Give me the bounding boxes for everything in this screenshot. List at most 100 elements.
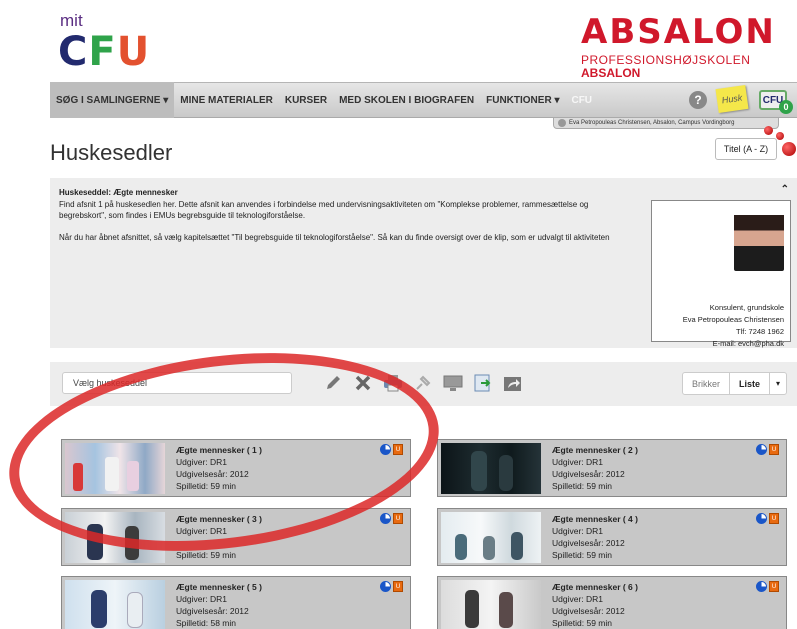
list-item[interactable]: Ægte mennesker ( 4 ) Udgiver: DR1 Udgive… <box>437 508 787 566</box>
card-year: Udgivelsesår: 2012 <box>552 469 625 479</box>
card-publisher: Udgiver: DR1 <box>552 457 604 467</box>
card-duration: Spilletid: 59 min <box>552 481 613 491</box>
card-text: Ægte mennesker ( 5 ) Udgiver: DR1 Udgive… <box>176 581 262 629</box>
card-text: Ægte mennesker ( 4 ) Udgiver: DR1 Udgive… <box>552 513 638 561</box>
contact-role: Konsulent, grundskole <box>709 303 784 312</box>
nav-kurser[interactable]: KURSER <box>279 82 333 118</box>
cart-count-badge: 0 <box>779 100 793 114</box>
clock-icon <box>380 513 391 524</box>
card-badges: U <box>380 581 403 592</box>
page: mit CFU ABSALON PROFESSIONSHØJSKOLEN ABS… <box>0 0 797 629</box>
card-text: Ægte mennesker ( 6 ) Udgiver: DR1 Udgive… <box>552 581 638 629</box>
card-title[interactable]: Ægte mennesker ( 2 ) <box>552 444 638 456</box>
cfu-logo[interactable]: mit CFU <box>58 11 151 75</box>
card-publisher: Udgiver: DR1 <box>552 594 604 604</box>
clock-icon <box>756 513 767 524</box>
nav-mine-materialer[interactable]: MINE MATERIALER <box>174 82 279 118</box>
print-icon[interactable] <box>382 373 404 393</box>
absalon-name: ABSALON <box>581 12 776 52</box>
card-text: Ægte mennesker ( 2 ) Udgiver: DR1 Udgive… <box>552 444 638 492</box>
logo-cfu: CFU <box>58 29 151 75</box>
edit-icon[interactable] <box>322 373 344 393</box>
main-nav: SØG I SAMLINGERNE ▾ MINE MATERIALER KURS… <box>50 82 797 118</box>
contact-photo <box>734 209 784 271</box>
material-badge: U <box>769 513 779 524</box>
card-title[interactable]: Ægte mennesker ( 4 ) <box>552 513 638 525</box>
absalon-sub2: ABSALON <box>581 66 641 80</box>
clock-icon <box>380 444 391 455</box>
list-item[interactable]: Ægte mennesker ( 5 ) Udgiver: DR1 Udgive… <box>61 576 411 629</box>
sort-select[interactable]: Titel (A - Z) <box>715 138 777 160</box>
view-bricks-button[interactable]: Brikker <box>683 373 730 394</box>
clock-icon <box>756 581 767 592</box>
page-title: Huskesedler <box>50 140 173 165</box>
absalon-logo[interactable]: ABSALON PROFESSIONSHØJSKOLEN ABSALON <box>581 14 791 80</box>
user-name: Eva Petropouleas Christensen, Absalon, C… <box>569 120 735 126</box>
view-list-button[interactable]: Liste <box>730 373 770 394</box>
tool-icons <box>322 373 524 393</box>
card-year <box>176 537 262 549</box>
note-body: Find afsnit 1 på huskesedlen her. Dette … <box>59 199 619 243</box>
contact-lines: Konsulent, grundskole Eva Petropouleas C… <box>683 302 784 350</box>
card-badges: U <box>380 513 403 524</box>
ornament-icon <box>764 126 773 135</box>
note-paragraph: Når du har åbnet afsnittet, så vælg kapi… <box>59 233 610 242</box>
toolbar: Vælg huskeseddel Brikker Liste ▾ <box>50 362 797 406</box>
card-badges: U <box>756 513 779 524</box>
collapse-icon[interactable]: ⌃ <box>781 184 789 195</box>
list-item[interactable]: Ægte mennesker ( 2 ) Udgiver: DR1 Udgive… <box>437 439 787 497</box>
user-bar[interactable]: Eva Petropouleas Christensen, Absalon, C… <box>553 117 779 129</box>
card-duration: Spilletid: 59 min <box>552 618 613 628</box>
screen-icon[interactable] <box>442 373 464 393</box>
export-icon[interactable] <box>472 373 494 393</box>
material-badge: U <box>393 444 403 455</box>
view-toggle: Brikker Liste ▾ <box>681 372 787 395</box>
note-header: Huskeseddel: Ægte mennesker <box>59 188 178 197</box>
card-year: Udgivelsesår: 2012 <box>552 606 625 616</box>
card-title[interactable]: Ægte mennesker ( 3 ) <box>176 513 262 525</box>
card-text: Ægte mennesker ( 3 ) Udgiver: DR1 Spille… <box>176 513 262 561</box>
card-title[interactable]: Ægte mennesker ( 6 ) <box>552 581 638 593</box>
thumbnail <box>65 580 165 629</box>
card-publisher: Udgiver: DR1 <box>176 457 228 467</box>
nav-funktioner[interactable]: FUNKTIONER ▾ <box>480 82 565 118</box>
nav-sog-i-samlingerne[interactable]: SØG I SAMLINGERNE ▾ <box>50 82 175 118</box>
clock-icon <box>756 444 767 455</box>
list-item[interactable]: Ægte mennesker ( 1 ) Udgiver: DR1 Udgive… <box>61 439 411 497</box>
logo-mit: mit <box>60 11 83 30</box>
contact-phone: Tlf: 7248 1962 <box>736 327 784 336</box>
user-icon <box>558 119 566 127</box>
contact-email[interactable]: E-mail: evch@pha.dk <box>683 338 784 350</box>
nav-med-skolen-i-biografen[interactable]: MED SKOLEN I BIOGRAFEN <box>333 82 480 118</box>
contact-name: Eva Petropouleas Christensen <box>682 315 784 324</box>
list-item[interactable]: Ægte mennesker ( 3 ) Udgiver: DR1 Spille… <box>61 508 411 566</box>
contact-card: Konsulent, grundskole Eva Petropouleas C… <box>651 200 791 348</box>
material-badge: U <box>393 581 403 592</box>
material-badge: U <box>769 581 779 592</box>
delete-icon[interactable] <box>352 373 374 393</box>
card-publisher: Udgiver: DR1 <box>176 526 228 536</box>
card-badges: U <box>756 581 779 592</box>
note-paragraph: Find afsnit 1 på huskesedlen her. Dette … <box>59 200 589 220</box>
cfu-cart-button[interactable]: CFU 0 <box>757 86 793 114</box>
list-item[interactable]: Ægte mennesker ( 6 ) Udgiver: DR1 Udgive… <box>437 576 787 629</box>
help-icon[interactable]: ? <box>689 91 707 109</box>
chevron-down-icon[interactable]: ▾ <box>770 373 786 394</box>
card-publisher: Udgiver: DR1 <box>176 594 228 604</box>
nav-cfu[interactable]: CFU <box>565 82 598 118</box>
card-duration: Spilletid: 59 min <box>176 550 237 560</box>
select-note-dropdown[interactable]: Vælg huskeseddel <box>62 372 292 394</box>
husk-note-button[interactable]: Husk <box>715 85 749 113</box>
card-duration: Spilletid: 58 min <box>176 618 237 628</box>
share-icon[interactable] <box>502 373 524 393</box>
material-badge: U <box>393 513 403 524</box>
pin-icon[interactable] <box>412 373 434 393</box>
card-title[interactable]: Ægte mennesker ( 5 ) <box>176 581 262 593</box>
note-panel: Huskeseddel: Ægte mennesker ⌃ Find afsni… <box>50 178 797 348</box>
card-year: Udgivelsesår: 2012 <box>176 469 249 479</box>
card-title[interactable]: Ægte mennesker ( 1 ) <box>176 444 262 456</box>
card-badges: U <box>756 444 779 455</box>
card-year: Udgivelsesår: 2012 <box>552 538 625 548</box>
card-badges: U <box>380 444 403 455</box>
card-publisher: Udgiver: DR1 <box>552 526 604 536</box>
